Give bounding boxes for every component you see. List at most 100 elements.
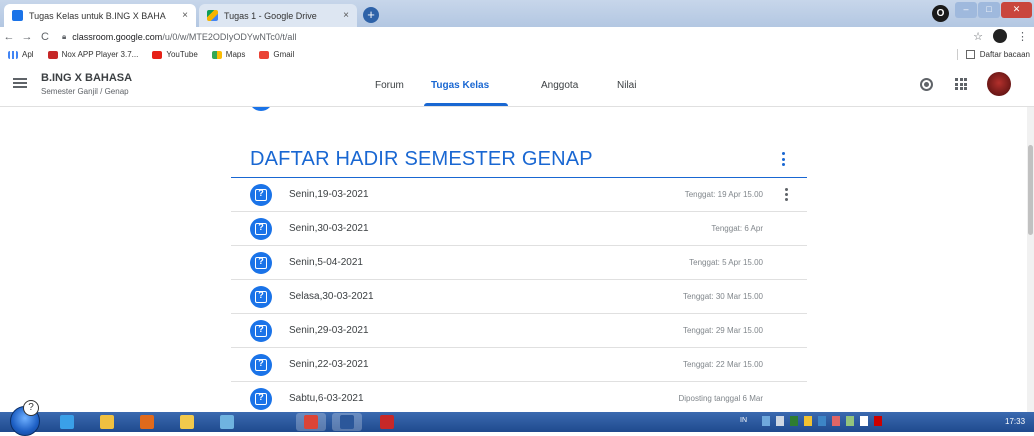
tab-nilai[interactable]: Nilai xyxy=(617,80,636,91)
chrome-icon[interactable] xyxy=(304,415,318,429)
tray-app-icon[interactable] xyxy=(832,416,840,426)
assignment-icon xyxy=(250,354,272,376)
bookmark-label: Maps xyxy=(225,50,246,59)
assignment-title: Senin,29-03-2021 xyxy=(289,325,369,336)
bookmark-apl[interactable]: Apl xyxy=(8,50,34,59)
close-icon[interactable]: × xyxy=(343,10,349,21)
assignment-title: Senin,30-03-2021 xyxy=(289,223,369,234)
nox-icon xyxy=(47,50,58,59)
more-options-icon[interactable] xyxy=(785,188,789,201)
browser-profile-avatar[interactable] xyxy=(993,29,1007,43)
url-host: classroom.google.com xyxy=(72,31,163,42)
classwork-content: DAFTAR HADIR SEMESTER GENAP Senin,19-03-… xyxy=(0,107,1034,412)
address-bar-row: ← → C 🔒︎ classroom.google.com/u/0/w/MTE2… xyxy=(0,27,1034,46)
tab-forum[interactable]: Forum xyxy=(375,80,404,91)
tab-anggota[interactable]: Anggota xyxy=(541,80,578,91)
youtube-icon xyxy=(152,50,163,59)
ie-icon[interactable] xyxy=(60,415,74,429)
address-input[interactable]: 🔒︎ classroom.google.com/u/0/w/MTE2ODIyOD… xyxy=(62,32,296,42)
bookmark-gmail[interactable]: Gmail xyxy=(259,50,294,59)
bookmark-label: Nox APP Player 3.7... xyxy=(61,50,139,59)
reading-list-button[interactable]: Daftar bacaan xyxy=(956,49,1030,60)
list-item[interactable]: Senin,30-03-2021 Tenggat: 6 Apr xyxy=(231,212,807,246)
assignment-icon xyxy=(250,286,272,308)
browser-menu-icon[interactable]: ⋮ xyxy=(1017,30,1028,43)
help-icon[interactable]: ? xyxy=(23,400,39,416)
bookmark-label: YouTube xyxy=(166,50,198,59)
bookmark-nox[interactable]: Nox APP Player 3.7... xyxy=(47,50,139,59)
assignment-icon xyxy=(250,218,272,240)
tab-classroom[interactable]: Tugas Kelas untuk B.ING X BAHA × xyxy=(4,4,196,27)
forward-arrow-icon[interactable]: → xyxy=(18,31,36,43)
drive-icon xyxy=(207,10,218,21)
bookmarks-bar: Apl Nox APP Player 3.7... YouTube Maps G… xyxy=(0,46,1034,63)
assignment-due: Tenggat: 19 Apr 15.00 xyxy=(684,190,763,199)
avatar[interactable] xyxy=(987,72,1011,96)
list-item[interactable]: Sabtu,6-03-2021 Diposting tanggal 6 Mar xyxy=(231,382,807,412)
list-item[interactable]: Senin,22-03-2021 Tenggat: 22 Mar 15.00 xyxy=(231,348,807,382)
system-tray xyxy=(762,416,882,426)
google-apps-icon[interactable] xyxy=(955,78,967,90)
gear-icon[interactable] xyxy=(920,78,933,91)
url-path: /u/0/w/MTE2ODIyODYwNTc0/t/all xyxy=(162,31,297,42)
folder-icon[interactable] xyxy=(180,415,194,429)
assignment-icon xyxy=(249,107,273,111)
tray-shield-icon[interactable] xyxy=(790,416,798,426)
new-tab-button[interactable]: + xyxy=(363,7,379,23)
back-arrow-icon[interactable]: ← xyxy=(0,31,18,43)
assignment-icon xyxy=(250,184,272,206)
star-icon[interactable]: ☆ xyxy=(973,30,983,43)
assignment-icon xyxy=(250,388,272,410)
bookmark-maps[interactable]: Maps xyxy=(211,50,246,59)
network-icon[interactable] xyxy=(220,415,234,429)
reading-list-icon xyxy=(965,50,975,59)
topic-title[interactable]: DAFTAR HADIR SEMESTER GENAP xyxy=(250,148,593,171)
list-item[interactable]: Senin,19-03-2021 Tenggat: 19 Apr 15.00 xyxy=(231,178,807,212)
word-icon[interactable] xyxy=(340,415,354,429)
bookmark-youtube[interactable]: YouTube xyxy=(152,50,198,59)
gmail-icon xyxy=(259,50,270,59)
main-menu-icon[interactable] xyxy=(13,78,27,88)
bookmark-label: Apl xyxy=(22,50,34,59)
tray-signal-icon[interactable] xyxy=(860,416,868,426)
mcafee-icon[interactable] xyxy=(380,415,394,429)
list-item[interactable]: Selasa,30-03-2021 Tenggat: 30 Mar 15.00 xyxy=(231,280,807,314)
maximize-button[interactable]: □ xyxy=(978,2,1000,18)
assignment-due: Tenggat: 29 Mar 15.00 xyxy=(682,326,763,335)
tray-volume-icon[interactable] xyxy=(776,416,784,426)
apps-grid-icon xyxy=(8,50,18,59)
class-section: Semester Ganjil / Genap xyxy=(41,87,129,96)
list-item[interactable]: Senin,5-04-2021 Tenggat: 5 Apr 15.00 xyxy=(231,246,807,280)
assignment-title: Senin,19-03-2021 xyxy=(289,189,369,200)
tray-flag-icon[interactable] xyxy=(874,416,882,426)
tab-tugas-kelas[interactable]: Tugas Kelas xyxy=(431,80,489,91)
close-icon[interactable]: × xyxy=(182,10,188,21)
topic-more-options-icon[interactable] xyxy=(782,152,786,166)
scrollbar-thumb[interactable] xyxy=(1028,145,1033,235)
list-item[interactable]: Senin,29-03-2021 Tenggat: 29 Mar 15.00 xyxy=(231,314,807,348)
profile-indicator-icon[interactable]: O xyxy=(932,5,949,22)
lock-icon: 🔒︎ xyxy=(62,31,67,41)
explorer-icon[interactable] xyxy=(100,415,114,429)
assignment-due: Diposting tanggal 6 Mar xyxy=(678,394,764,403)
tray-app-icon[interactable] xyxy=(804,416,812,426)
reload-icon[interactable]: C xyxy=(36,31,54,43)
assignment-title: Sabtu,6-03-2021 xyxy=(289,393,364,404)
tray-app-icon[interactable] xyxy=(818,416,826,426)
assignment-title: Senin,5-04-2021 xyxy=(289,257,363,268)
assignment-due: Tenggat: 30 Mar 15.00 xyxy=(682,292,763,301)
minimize-button[interactable]: – xyxy=(955,2,977,18)
language-indicator[interactable]: IN xyxy=(740,417,747,424)
class-name[interactable]: B.ING X BAHASA xyxy=(41,72,132,84)
media-icon[interactable] xyxy=(140,415,154,429)
tray-app-icon[interactable] xyxy=(846,416,854,426)
tray-network-icon[interactable] xyxy=(762,416,770,426)
tab-drive[interactable]: Tugas 1 - Google Drive × xyxy=(199,4,357,27)
scrollbar[interactable] xyxy=(1027,107,1034,412)
windows-taskbar: IN 17:33 xyxy=(0,406,1034,436)
clock[interactable]: 17:33 xyxy=(1005,417,1025,426)
tab-title: Tugas 1 - Google Drive xyxy=(224,10,317,21)
maps-icon xyxy=(211,50,222,59)
window-close-button[interactable]: ✕ xyxy=(1001,2,1032,18)
tab-title: Tugas Kelas untuk B.ING X BAHA xyxy=(29,10,166,21)
